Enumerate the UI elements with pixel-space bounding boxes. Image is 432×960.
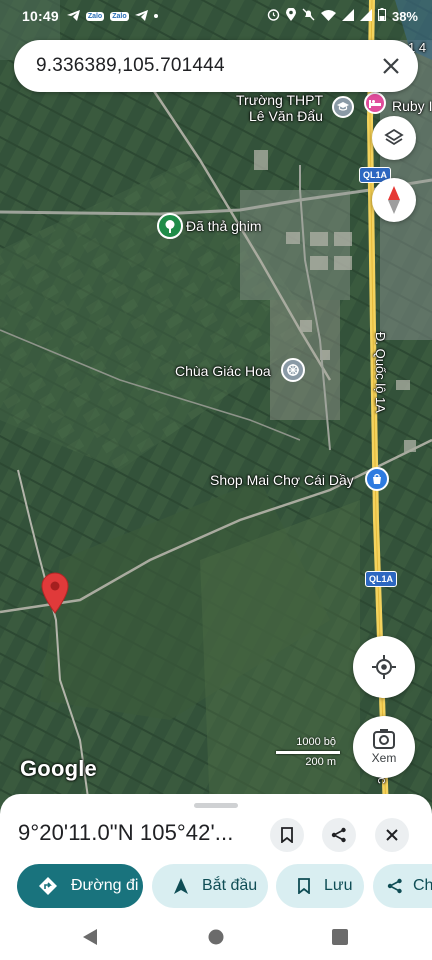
school-label-line1[interactable]: Trường THPT [236, 92, 323, 108]
clear-search-button[interactable] [382, 53, 400, 79]
share-button[interactable] [322, 818, 356, 852]
pagoda-poi-icon[interactable] [281, 358, 305, 382]
bookmark-icon [281, 827, 293, 843]
close-icon [386, 829, 398, 841]
hotel-poi-icon[interactable] [364, 92, 386, 114]
alarm-icon [267, 8, 280, 24]
save-label: Lưu [324, 877, 353, 894]
zalo-icon-2: Zalo [110, 11, 129, 21]
wifi-icon [320, 9, 336, 24]
bookmark-icon [298, 878, 310, 894]
recents-icon[interactable] [332, 929, 348, 945]
coords-title: 9°20'11.0"N 105°42'... [18, 820, 234, 845]
start-button[interactable]: Bắt đầu [152, 864, 268, 908]
crosshair-icon [372, 655, 396, 679]
search-bar[interactable]: 9.336389,105.701444 [14, 40, 418, 92]
my-location-button[interactable] [353, 636, 415, 698]
shop-label[interactable]: Shop Mai Chợ Cái Dầy [210, 472, 354, 488]
highway-label[interactable]: Đ. Quốc lộ 1A [373, 332, 388, 413]
dropped-pin-label[interactable]: Đã thả ghim [186, 218, 261, 234]
back-icon[interactable] [82, 928, 98, 946]
dot-icon [153, 14, 158, 18]
signal-icon [341, 8, 354, 24]
share-icon [387, 878, 403, 894]
location-pin-icon[interactable] [40, 572, 70, 614]
map-scale: 1000 bộ 200 m [276, 736, 340, 772]
compass-icon [388, 186, 400, 214]
scale-meter-label: 200 m [305, 756, 336, 768]
close-icon [383, 58, 399, 74]
directions-button[interactable]: Đường đi [17, 864, 143, 908]
status-time: 10:49 [22, 8, 59, 24]
sheet-drag-handle[interactable] [194, 803, 238, 808]
school-poi-icon[interactable] [332, 96, 354, 118]
system-nav-bar [0, 912, 432, 960]
scale-feet-label: 1000 bộ [296, 736, 336, 748]
compass-button[interactable] [372, 178, 416, 222]
signal-icon-2 [359, 8, 372, 24]
hotel-label[interactable]: Ruby I [392, 98, 432, 114]
pagoda-label[interactable]: Chùa Giác Hoa [175, 363, 271, 379]
close-sheet-button[interactable] [375, 818, 409, 852]
layers-button[interactable] [372, 116, 416, 160]
school-label-line2[interactable]: Lê Văn Đẩu [249, 108, 323, 124]
mute-icon [302, 8, 315, 24]
navigation-arrow-icon [174, 878, 188, 894]
explore-button[interactable]: Xem [353, 716, 415, 778]
start-label: Bắt đầu [202, 877, 258, 894]
save-bookmark-button[interactable] [270, 818, 304, 852]
status-bar: 10:49 Zalo Zalo 38% [0, 0, 432, 32]
directions-label: Đường đi [71, 877, 139, 894]
share-label: Ch [413, 877, 432, 894]
battery-icon [377, 8, 386, 24]
zalo-icon: Zalo [85, 11, 105, 21]
shop-poi-icon[interactable] [365, 467, 389, 491]
telegram-icon [66, 9, 80, 23]
telegram-icon-2 [134, 9, 148, 23]
google-logo: Google [20, 756, 97, 781]
share-icon [331, 827, 346, 843]
status-right-icons: 38% [267, 7, 418, 24]
save-button[interactable]: Lưu [276, 864, 364, 908]
battery-percent: 38% [391, 8, 418, 24]
explore-label: Xem [371, 751, 397, 765]
action-chips: Đường đi Bắt đầu Lưu Ch [0, 864, 432, 910]
notification-icons: Zalo Zalo [66, 9, 158, 23]
home-icon[interactable] [208, 929, 224, 945]
layers-icon [384, 128, 404, 146]
scale-bar [276, 751, 340, 754]
lens-icon [373, 729, 395, 749]
road-shield-ql1a-bottom: QL1A [365, 571, 398, 587]
dropped-pin-tree-icon[interactable] [157, 213, 183, 239]
search-query-text[interactable]: 9.336389,105.701444 [36, 55, 382, 77]
share-chip-button[interactable]: Ch [373, 864, 432, 908]
directions-icon [39, 877, 57, 895]
location-status-icon [285, 7, 296, 24]
